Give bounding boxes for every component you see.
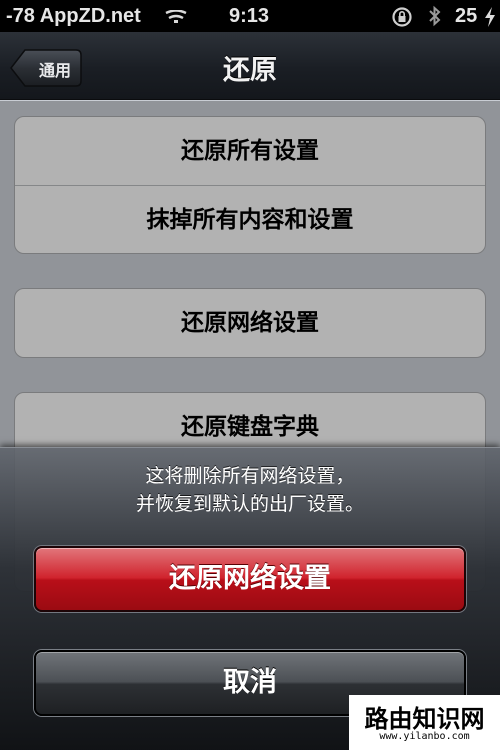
navigation-bar: 通用 还原 xyxy=(0,32,500,100)
watermark-title: 路由知识网 xyxy=(364,704,485,733)
message-line-2: 并恢复到默认的出厂设置。 xyxy=(135,493,364,515)
action-sheet-message: 这将删除所有网络设置， 并恢复到默认的出厂设置。 xyxy=(0,462,500,518)
watermark-url: www.yilanbo.com xyxy=(379,731,470,742)
status-bar: -78 AppZD.net 9:13 25 xyxy=(0,0,500,32)
back-button-label: 通用 xyxy=(38,61,71,80)
confirm-reset-network-button[interactable]: 还原网络设置 xyxy=(34,546,466,612)
wifi-icon xyxy=(165,10,187,23)
page-title: 还原 xyxy=(223,55,277,86)
battery-level: 25 xyxy=(455,5,478,27)
charging-icon xyxy=(485,7,495,27)
status-time: 9:13 xyxy=(229,5,270,27)
rotation-lock-icon xyxy=(392,7,412,27)
bluetooth-icon xyxy=(429,5,441,27)
back-button[interactable]: 通用 xyxy=(10,48,82,88)
watermark: 路由知识网 www.yilanbo.com xyxy=(349,695,500,750)
carrier-name: -78 AppZD.net xyxy=(6,5,141,27)
message-line-1: 这将删除所有网络设置， xyxy=(145,465,355,487)
